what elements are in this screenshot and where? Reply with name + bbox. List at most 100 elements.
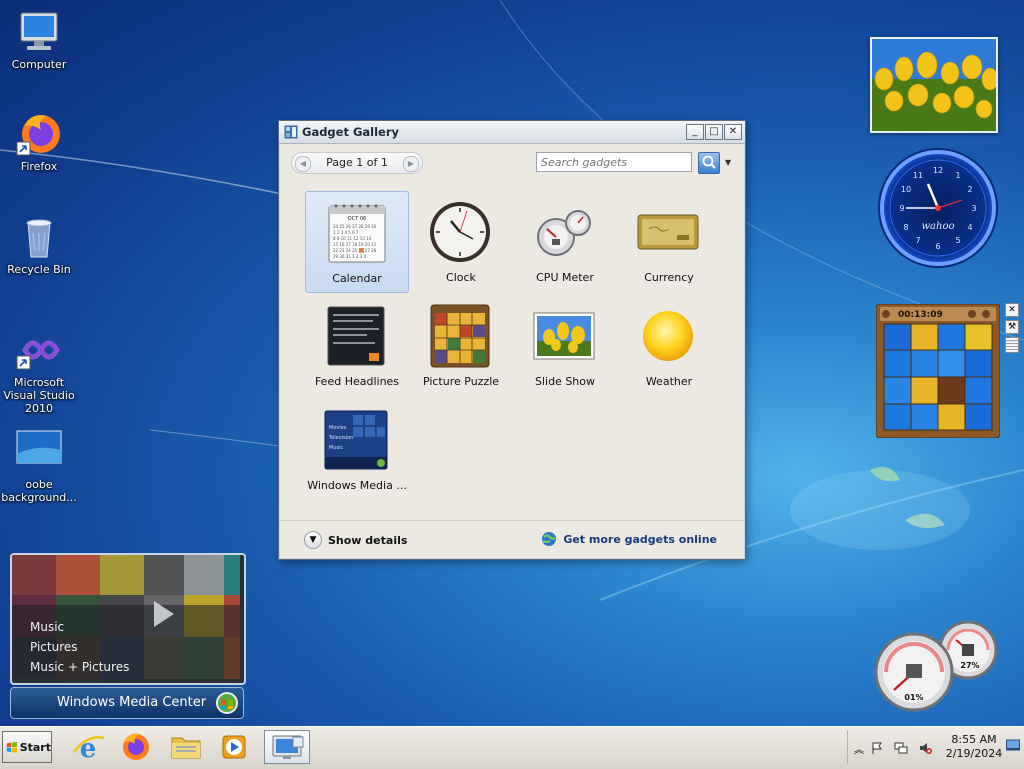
gadget-label: Clock [446,271,476,284]
svg-text:5: 5 [955,236,960,245]
media-menu-item[interactable]: Music [30,617,129,637]
desktop-icon-firefox[interactable]: Firefox [0,110,78,173]
taskbar: Start e ︽ 8:55 AM 2/19/2024 [0,726,1024,769]
next-page-button[interactable]: ▶ [403,156,419,172]
tulips-image [872,39,999,131]
start-button[interactable]: Start [2,731,52,763]
computer-icon [15,8,63,56]
title-bar[interactable]: Gadget Gallery _ □ ✕ [279,121,745,144]
window-title: Gadget Gallery [302,125,400,139]
taskbar-internet-explorer[interactable]: e [68,730,108,764]
recycle-bin-icon [15,213,63,261]
taskbar-firefox[interactable] [116,730,156,764]
slide-show-icon [533,312,595,360]
gadget-label: Weather [645,375,693,388]
firefox-icon [123,733,149,760]
memory-percent: 27% [960,661,979,670]
search-input[interactable] [536,152,692,172]
gadget-grid: OCT 06 24 25 26 27 28 29 30 1 2 3 4 5 6 … [285,179,741,519]
system-tray: ︽ 8:55 AM 2/19/2024 [847,730,1024,764]
media-menu-item[interactable]: Music + Pictures [30,657,129,677]
get-more-gadgets-label: Get more gadgets online [563,532,717,546]
close-gadget-icon[interactable]: ✕ [1005,303,1019,317]
svg-text:24 25 26 27 28 29 30: 24 25 26 27 28 29 30 [333,224,377,229]
desktop-icon-oobe-background[interactable]: oobe background... [0,428,78,504]
close-button[interactable]: ✕ [724,124,742,140]
clock-gadget[interactable]: 12 1 2 3 4 5 6 7 8 9 10 11 wahoo [876,146,1000,270]
gadget-calendar[interactable]: OCT 06 24 25 26 27 28 29 30 1 2 3 4 5 6 … [305,191,409,293]
gadget-label: Slide Show [534,375,596,388]
picture-puzzle-icon [430,304,490,368]
gadget-slide-show[interactable]: Slide Show [513,295,617,397]
svg-text:10: 10 [901,185,911,194]
taskbar-clock[interactable]: 8:55 AM 2/19/2024 [944,733,1004,761]
svg-text:29 30 31 1 2 3 4: 29 30 31 1 2 3 4 [333,254,367,259]
taskbar-gadget-gallery[interactable] [264,730,310,764]
svg-text:4: 4 [967,223,972,232]
gadget-feed-headlines[interactable]: Feed Headlines [305,295,409,397]
gadget-picture-puzzle[interactable]: Picture Puzzle [409,295,513,397]
gallery-footer: ▼ Show details Get more gadgets online [279,520,745,559]
puzzle-timer: 00:13:09 [898,310,943,320]
visual-studio-icon [15,326,63,374]
drag-handle[interactable] [1005,337,1019,353]
gadget-label: Currency [644,271,694,284]
neon-clock-face: 12 12 3 45 6 78 9 1011 wahoo [878,148,998,268]
gadget-gallery-window: Gadget Gallery _ □ ✕ ◀ Page 1 of 1 ▶ ▼ O… [278,120,746,560]
desktop-icon-visual-studio[interactable]: Microsoft Visual Studio 2010 [0,326,78,415]
clock-brand: wahoo [921,221,954,232]
show-details-button[interactable]: ▼ Show details [304,531,407,549]
desktop-icon-recycle-bin[interactable]: Recycle Bin [0,213,78,276]
taskbar-file-explorer[interactable] [166,730,206,764]
desktop-icon-label: Recycle Bin [7,263,71,276]
media-center-logo-icon [216,692,238,714]
firefox-icon [15,110,63,158]
search-button[interactable] [698,152,720,174]
search-dropdown-icon[interactable]: ▼ [725,158,731,167]
calendar-month: OCT 06 [348,216,366,222]
chevron-down-icon: ▼ [304,531,322,549]
svg-text:7: 7 [915,236,920,245]
media-center-gadget[interactable]: Music Pictures Music + Pictures Windows … [10,553,246,719]
svg-text:8: 8 [903,223,908,232]
desktop-icon-computer[interactable]: Computer [0,8,78,71]
taskbar-media-player[interactable] [214,730,254,764]
minimize-button[interactable]: _ [686,124,704,140]
media-player-icon [222,735,246,759]
slide-show-gadget[interactable] [870,37,999,133]
get-more-gadgets-link[interactable]: Get more gadgets online [541,531,717,547]
options-wrench-icon[interactable]: ⚒ [1005,320,1019,334]
gadget-clock[interactable]: Clock [409,191,513,293]
volume-muted-icon[interactable] [918,741,932,755]
gadget-gallery-icon [284,125,298,139]
globe-icon [542,532,557,546]
page-navigator: ◀ Page 1 of 1 ▶ [291,152,423,174]
calendar-icon: OCT 06 24 25 26 27 28 29 30 1 2 3 4 5 6 … [328,204,386,263]
gallery-toolbar: ◀ Page 1 of 1 ▶ ▼ [279,144,745,180]
puzzle-board: 00:13:09 [875,303,1001,439]
show-details-label: Show details [328,533,408,547]
gadget-weather[interactable]: Weather [617,295,721,397]
feed-headlines-icon [327,306,385,366]
cpu-meter-gadget[interactable]: 27% 01% [874,620,1000,712]
gadget-label: CPU Meter [536,271,594,284]
gadget-cpu-meter[interactable]: CPU Meter [513,191,617,293]
svg-text:1 2 3 4 5 6 7: 1 2 3 4 5 6 7 [333,230,359,235]
gadget-currency[interactable]: Currency [617,191,721,293]
action-center-flag-icon[interactable] [870,741,884,755]
desktop-icon-label: Firefox [20,160,58,173]
clock-icon [430,202,490,262]
show-hidden-icons-icon[interactable]: ︽ [854,741,868,756]
search-icon [702,155,716,169]
gadget-windows-media-center[interactable]: Movies Television Music Windows Media ... [305,399,409,501]
picture-puzzle-gadget[interactable]: 00:13:09 [875,303,1001,439]
media-center-bar[interactable]: Windows Media Center [10,687,244,719]
svg-text:11: 11 [913,171,923,180]
maximize-button[interactable]: □ [705,124,723,140]
cpu-meter-icon [537,210,591,256]
network-icon[interactable] [894,741,908,755]
show-desktop-button[interactable] [1006,738,1020,752]
image-file-icon [15,428,63,476]
media-menu-item[interactable]: Pictures [30,637,129,657]
gadget-label: Windows Media ... [307,479,407,492]
